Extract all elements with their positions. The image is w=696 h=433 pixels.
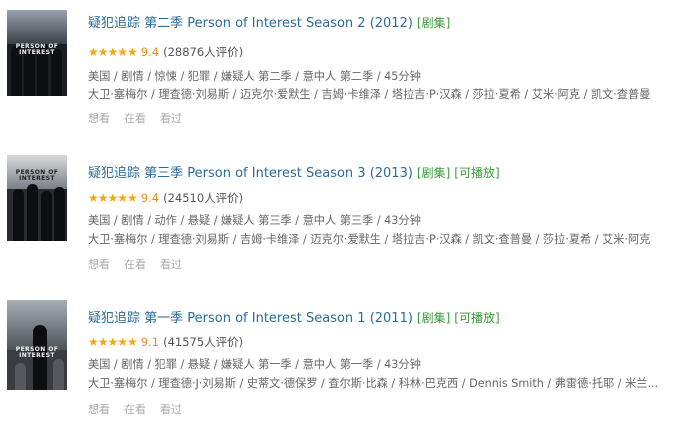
poster-image[interactable]: PERSON OF INTEREST (7, 10, 67, 96)
rating-score: 9.4 (140, 45, 160, 59)
result-item: PERSON OF INTEREST 疑犯追踪 第二季 Person of In… (0, 0, 696, 138)
title-link[interactable]: 疑犯追踪 第三季 Person of Interest Season 3 (20… (88, 166, 413, 181)
rating-count[interactable]: (41575人评价) (163, 335, 243, 349)
watching-button[interactable]: 在看 (124, 403, 146, 416)
result-item: PERSON OF INTEREST 疑犯追踪 第一季 Person of In… (0, 295, 696, 433)
result-title[interactable]: 疑犯追踪 第二季 Person of Interest Season 2 (20… (88, 12, 450, 31)
action-row: 想看 在看 看过 (88, 110, 196, 126)
cast-info: 大卫·塞梅尔 / 理查德·刘易斯 / 迈克尔·爱默生 / 吉姆·卡维泽 / 塔拉… (88, 88, 651, 101)
watched-button[interactable]: 看过 (160, 112, 182, 125)
poster-title: PERSON OF INTEREST (15, 169, 59, 183)
tag-playable[interactable]: [可播放] (454, 166, 499, 180)
want-to-watch-button[interactable]: 想看 (88, 258, 110, 271)
poster-image[interactable]: PERSON OF INTEREST (7, 300, 67, 390)
poster-image[interactable]: PERSON OF INTEREST (7, 155, 67, 241)
tag-series[interactable]: [剧集] (417, 16, 450, 30)
watching-button[interactable]: 在看 (124, 112, 146, 125)
poster-title: PERSON OF INTEREST (15, 43, 59, 57)
title-link[interactable]: 疑犯追踪 第二季 Person of Interest Season 2 (20… (88, 16, 413, 31)
star-rating-icon: ★★★★★ (88, 191, 138, 205)
rating-row: ★★★★★ 9.4 (28876人评价) (88, 44, 243, 60)
action-row: 想看 在看 看过 (88, 256, 196, 272)
result-item: PERSON OF INTEREST 疑犯追踪 第三季 Person of In… (0, 150, 696, 288)
genre-info: 美国 / 剧情 / 犯罪 / 悬疑 / 嫌疑人 第一季 / 意中人 第一季 / … (88, 358, 421, 371)
cast-info: 大卫·塞梅尔 / 理查德·刘易斯 / 吉姆·卡维泽 / 迈克尔·爱默生 / 塔拉… (88, 233, 651, 246)
cast-info: 大卫·塞梅尔 / 理查德·J·刘易斯 / 史蒂文·德保罗 / 查尔斯·比森 / … (88, 377, 659, 390)
rating-row: ★★★★★ 9.4 (24510人评价) (88, 190, 243, 206)
genre-info: 美国 / 剧情 / 惊悚 / 犯罪 / 嫌疑人 第二季 / 意中人 第二季 / … (88, 70, 421, 83)
rating-score: 9.1 (140, 335, 160, 349)
tag-series[interactable]: [剧集] (417, 311, 450, 325)
rating-count[interactable]: (24510人评价) (163, 191, 243, 205)
star-rating-icon: ★★★★★ (88, 45, 138, 59)
watched-button[interactable]: 看过 (160, 258, 182, 271)
rating-count[interactable]: (28876人评价) (163, 45, 243, 59)
tag-playable[interactable]: [可播放] (454, 311, 499, 325)
result-title[interactable]: 疑犯追踪 第一季 Person of Interest Season 1 (20… (88, 307, 500, 326)
result-title[interactable]: 疑犯追踪 第三季 Person of Interest Season 3 (20… (88, 162, 500, 181)
rating-score: 9.4 (140, 191, 160, 205)
want-to-watch-button[interactable]: 想看 (88, 403, 110, 416)
poster-title: PERSON OF INTEREST (15, 345, 59, 359)
want-to-watch-button[interactable]: 想看 (88, 112, 110, 125)
tag-series[interactable]: [剧集] (417, 166, 450, 180)
title-link[interactable]: 疑犯追踪 第一季 Person of Interest Season 1 (20… (88, 311, 413, 326)
action-row: 想看 在看 看过 (88, 401, 196, 417)
star-rating-icon: ★★★★★ (88, 335, 138, 349)
rating-row: ★★★★★ 9.1 (41575人评价) (88, 334, 243, 350)
genre-info: 美国 / 剧情 / 动作 / 悬疑 / 嫌疑人 第三季 / 意中人 第三季 / … (88, 214, 421, 227)
watching-button[interactable]: 在看 (124, 258, 146, 271)
watched-button[interactable]: 看过 (160, 403, 182, 416)
